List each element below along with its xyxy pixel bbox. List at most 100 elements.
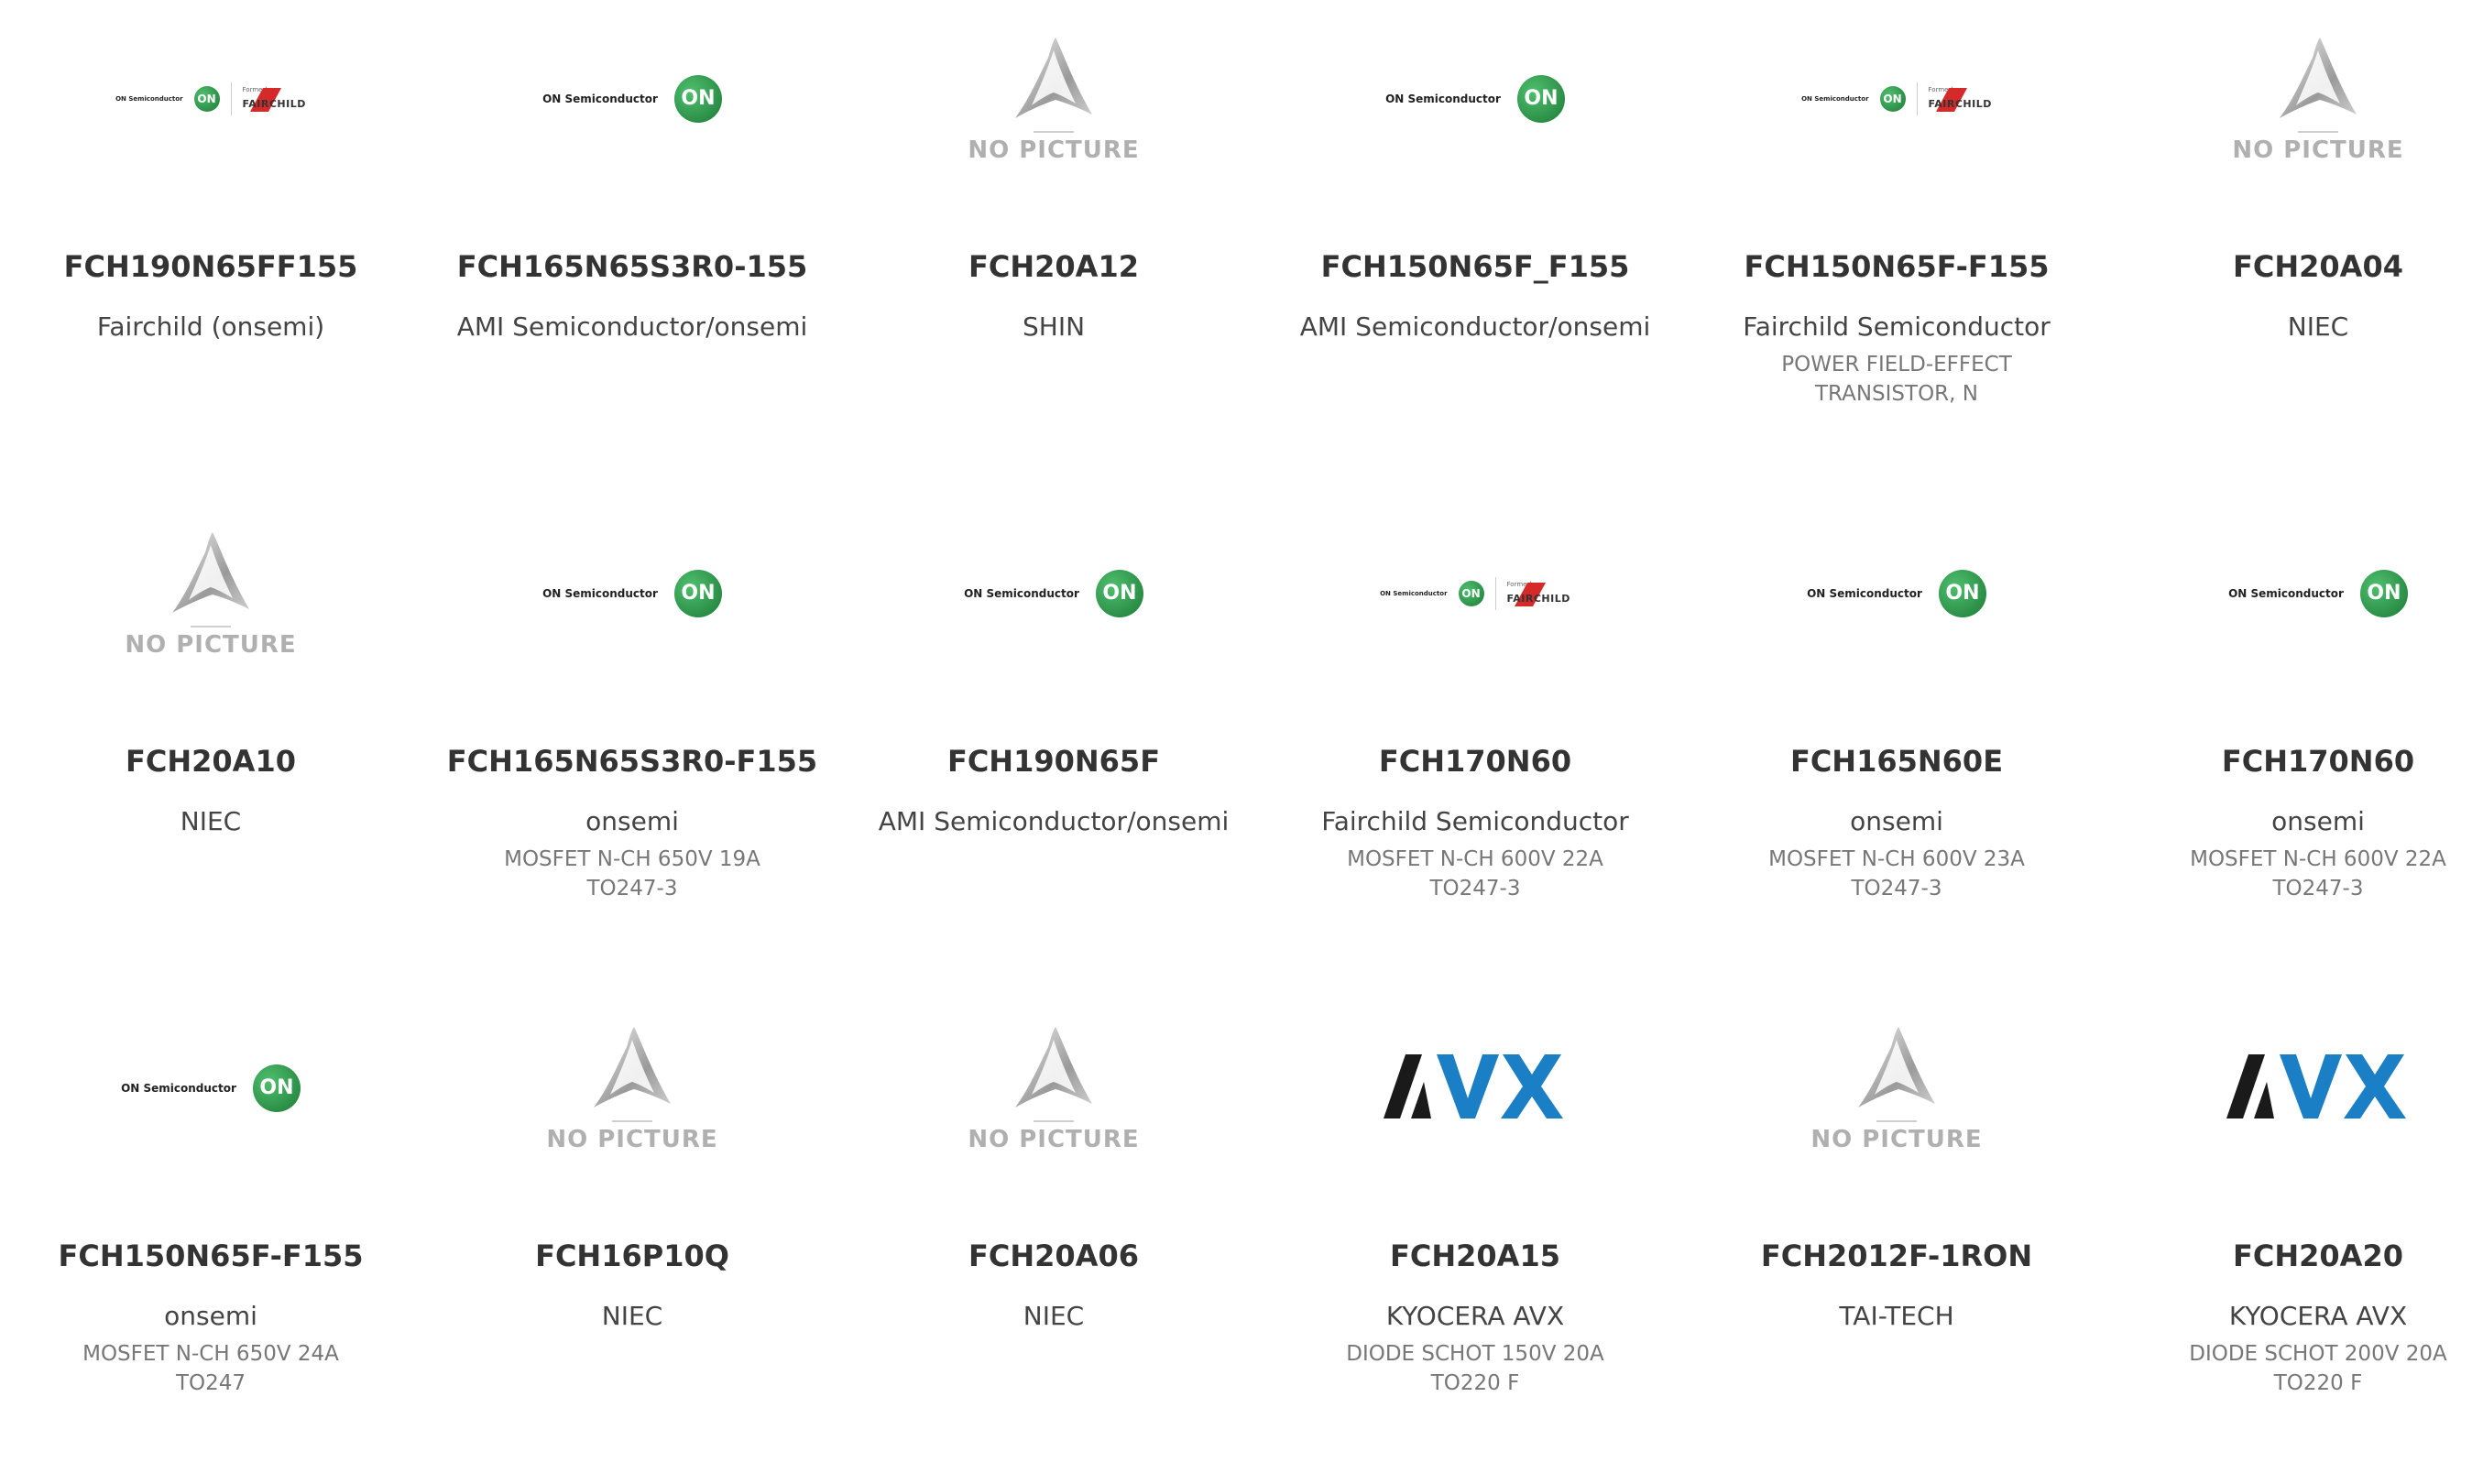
manufacturer-name: NIEC (180, 806, 242, 836)
product-card[interactable]: NO PICTURE FCH2012F-1RON TAI-TECH (1686, 989, 2107, 1484)
part-number-link[interactable]: FCH150N65F-F155 (0, 1238, 421, 1273)
avx-logo (1384, 1053, 1567, 1122)
product-logo[interactable]: ON Semiconductor ON Formerly FAIRCHILD (1686, 23, 2107, 174)
product-logo[interactable]: NO PICTURE (2107, 23, 2472, 174)
product-logo[interactable]: ON Semiconductor ON (1686, 518, 2107, 669)
part-number-link[interactable]: FCH20A06 (843, 1238, 1264, 1273)
onsemi-wordmark: ON Semiconductor (542, 586, 658, 600)
onsemi-wordmark: ON Semiconductor (1807, 586, 1922, 600)
part-number-link[interactable]: FCH20A20 (2107, 1238, 2472, 1273)
product-logo[interactable]: NO PICTURE (421, 1012, 843, 1163)
onsemi-logo: ON Semiconductor ON (542, 74, 722, 123)
product-card[interactable]: NO PICTURE FCH20A12 SHIN (843, 0, 1264, 495)
no-picture-label: NO PICTURE (2232, 136, 2404, 164)
fairchild-logo: Formerly FAIRCHILD (1928, 86, 1992, 112)
product-card[interactable]: ON Semiconductor ON Formerly FAIRCHILD F… (0, 0, 421, 495)
product-card[interactable]: ON Semiconductor ON FCH165N65S3R0-F155 on… (421, 495, 843, 989)
product-logo[interactable]: ON Semiconductor ON Formerly FAIRCHILD (1264, 518, 1686, 669)
no-picture-logo: NO PICTURE (968, 34, 1139, 164)
part-number-link[interactable]: FCH170N60 (2107, 744, 2472, 779)
product-card[interactable]: NO PICTURE FCH20A10 NIEC (0, 495, 421, 989)
manufacturer-name: AMI Semiconductor/onsemi (1299, 311, 1651, 342)
part-number-link[interactable]: FCH150N65F_F155 (1264, 249, 1686, 284)
manufacturer-name: NIEC (1023, 1301, 1085, 1331)
product-logo[interactable]: ON Semiconductor ON (1264, 23, 1686, 174)
on-badge-icon: ON (2359, 569, 2408, 617)
part-number-link[interactable]: FCH165N65S3R0-155 (421, 249, 843, 284)
product-logo[interactable]: ON Semiconductor ON (843, 518, 1264, 669)
product-card[interactable]: NO PICTURE FCH16P10Q NIEC (421, 989, 843, 1484)
part-number-link[interactable]: FCH190N65F (843, 744, 1264, 779)
product-description: MOSFET N-CH 600V 23A TO247-3 (1768, 847, 2025, 900)
no-picture-logo: NO PICTURE (1810, 1023, 1982, 1153)
fairchild-logo: Formerly FAIRCHILD (1507, 581, 1570, 606)
avx-icon (2226, 1053, 2406, 1118)
product-logo[interactable]: ON Semiconductor ON (2107, 518, 2472, 669)
product-card[interactable]: FCH20A15 KYOCERA AVX DIODE SCHOT 150V 20A … (1264, 989, 1686, 1484)
manufacturer-name: onsemi (2271, 806, 2365, 836)
avx-icon (1384, 1053, 1563, 1118)
onsemi-logo: ON Semiconductor ON (1807, 569, 1986, 617)
product-card[interactable]: FCH20A20 KYOCERA AVX DIODE SCHOT 200V 20A … (2107, 989, 2472, 1484)
manufacturer-name: KYOCERA AVX (1385, 1301, 1565, 1331)
manufacturer-name: Fairchild Semiconductor (1743, 311, 2051, 342)
part-number-link[interactable]: FCH165N60E (1686, 744, 2107, 779)
no-picture-logo: NO PICTURE (125, 529, 296, 659)
product-logo[interactable]: ON Semiconductor ON (421, 23, 843, 174)
product-logo[interactable]: ON Semiconductor ON (0, 1012, 421, 1163)
product-card[interactable]: NO PICTURE FCH20A06 NIEC (843, 989, 1264, 1484)
part-number-link[interactable]: FCH16P10Q (421, 1238, 843, 1273)
fairchild-wordmark: FAIRCHILD (242, 98, 306, 110)
no-picture-logo: NO PICTURE (2232, 34, 2403, 164)
part-number-link[interactable]: FCH20A10 (0, 744, 421, 779)
product-card[interactable]: ON Semiconductor ON FCH150N65F-F155 onsem… (0, 989, 421, 1484)
on-badge-icon: ON (1095, 569, 1143, 617)
product-logo[interactable] (1264, 1012, 1686, 1163)
product-card[interactable]: ON Semiconductor ON FCH150N65F_F155 AMI S… (1264, 0, 1686, 495)
product-logo[interactable]: NO PICTURE (843, 23, 1264, 174)
onsemi-wordmark: ON Semiconductor (964, 586, 1079, 600)
product-card[interactable]: ON Semiconductor ON FCH165N60E onsemi MOSF… (1686, 495, 2107, 989)
part-number-link[interactable]: FCH150N65F-F155 (1686, 249, 2107, 284)
product-logo[interactable] (2107, 1012, 2472, 1163)
onsemi-wordmark: ON Semiconductor (1380, 589, 1448, 597)
product-logo[interactable]: ON Semiconductor ON Formerly FAIRCHILD (0, 23, 421, 174)
part-number-link[interactable]: FCH170N60 (1264, 744, 1686, 779)
onsemi-fairchild-logo: ON Semiconductor ON Formerly FAIRCHILD (1801, 82, 1992, 115)
part-number-link[interactable]: FCH20A12 (843, 249, 1264, 284)
manufacturer-name: onsemi (164, 1301, 257, 1331)
product-card[interactable]: ON Semiconductor ON FCH170N60 onsemi MOSFE… (2107, 495, 2472, 989)
onsemi-logo: ON Semiconductor ON (2228, 569, 2408, 617)
on-badge-icon: ON (673, 74, 722, 123)
part-number-link[interactable]: FCH190N65FF155 (0, 249, 421, 284)
onsemi-logo: ON Semiconductor ON (542, 569, 722, 617)
no-picture-label: NO PICTURE (1810, 1125, 1983, 1153)
manufacturer-name: onsemi (585, 806, 679, 836)
manufacturer-name: AMI Semiconductor/onsemi (456, 311, 808, 342)
manufacturer-name: SHIN (1022, 311, 1086, 342)
part-number-link[interactable]: FCH20A15 (1264, 1238, 1686, 1273)
on-badge-icon: ON (1516, 74, 1565, 123)
product-card[interactable]: NO PICTURE FCH20A04 NIEC (2107, 0, 2472, 495)
manufacturer-name: Fairchild (onsemi) (96, 311, 325, 342)
product-logo[interactable]: NO PICTURE (843, 1012, 1264, 1163)
product-logo[interactable]: NO PICTURE (1686, 1012, 2107, 1163)
part-number-link[interactable]: FCH165N65S3R0-F155 (421, 744, 843, 779)
product-description: MOSFET N-CH 650V 19A TO247-3 (504, 847, 760, 900)
part-number-link[interactable]: FCH2012F-1RON (1686, 1238, 2107, 1273)
part-number-link[interactable]: FCH20A04 (2107, 249, 2472, 284)
product-card[interactable]: ON Semiconductor ON FCH190N65F AMI Semico… (843, 495, 1264, 989)
product-description: DIODE SCHOT 200V 20A TO220 F (2189, 1342, 2447, 1395)
product-description: MOSFET N-CH 600V 22A TO247-3 (1347, 847, 1603, 900)
product-logo[interactable]: ON Semiconductor ON (421, 518, 843, 669)
product-card[interactable]: ON Semiconductor ON FCH165N65S3R0-155 AMI… (421, 0, 843, 495)
onsemi-wordmark: ON Semiconductor (1385, 92, 1501, 105)
product-card[interactable]: ON Semiconductor ON Formerly FAIRCHILD F… (1264, 495, 1686, 989)
on-badge-icon: ON (1938, 569, 1986, 617)
fairchild-wordmark: FAIRCHILD (1928, 98, 1992, 110)
manufacturer-name: KYOCERA AVX (2228, 1301, 2408, 1331)
product-logo[interactable]: NO PICTURE (0, 518, 421, 669)
manufacturer-name: TAI-TECH (1839, 1301, 1954, 1331)
onsemi-logo: ON Semiconductor ON (964, 569, 1143, 617)
product-card[interactable]: ON Semiconductor ON Formerly FAIRCHILD F… (1686, 0, 2107, 495)
